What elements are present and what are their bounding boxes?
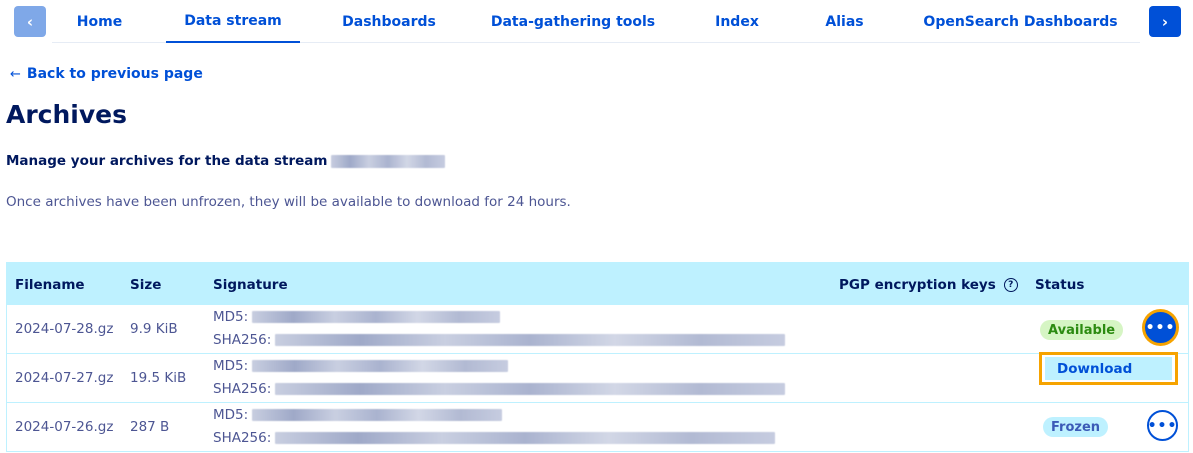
page-subtitle: Manage your archives for the data stream [6,153,446,169]
nav-tabs: Home Data stream Dashboards Data-gatheri… [52,0,1140,43]
md5-line: MD5: [213,358,509,374]
sha256-label: SHA256: [213,381,272,397]
header-pgp-label: PGP encryption keys [839,276,996,293]
redacted-sha256 [275,334,786,346]
filename-cell: 2024-07-28.gz [15,321,114,337]
status-badge: Available [1040,320,1124,340]
tab-alias[interactable]: Alias [822,0,867,43]
table-header: Filename Size Signature PGP encryption k… [6,262,1189,305]
table-row: 2024-07-26.gz 287 B MD5: SHA256: Frozen … [6,403,1189,452]
tab-index[interactable]: Index [712,0,762,43]
header-signature: Signature [213,276,288,293]
chevron-right-icon: › [1161,12,1169,31]
status-badge: Frozen [1043,417,1109,437]
back-link[interactable]: ← Back to previous page [10,66,203,82]
actions-menu: Download [1039,352,1178,385]
table-row: 2024-07-28.gz 9.9 KiB MD5: SHA256: Avail… [6,305,1189,354]
download-menu-item[interactable]: Download [1045,357,1172,380]
archives-table: Filename Size Signature PGP encryption k… [6,262,1189,452]
sha256-line: SHA256: [213,332,786,348]
size-cell: 9.9 KiB [130,321,178,337]
redacted-stream-name [331,154,446,168]
nav-next-button[interactable]: › [1149,6,1181,37]
tab-home[interactable]: Home [70,0,129,43]
arrow-left-icon: ← [10,67,21,82]
tab-data-stream[interactable]: Data stream [166,0,300,43]
header-status: Status [1035,276,1085,293]
md5-label: MD5: [213,358,249,374]
size-cell: 287 B [130,419,170,435]
filename-cell: 2024-07-27.gz [15,370,114,386]
md5-line: MD5: [213,407,503,423]
size-cell: 19.5 KiB [130,370,187,386]
header-filename: Filename [15,276,85,293]
chevron-left-icon: ‹ [26,12,34,31]
subtitle-text: Manage your archives for the data stream [6,153,328,169]
redacted-md5 [252,311,501,323]
tab-data-gathering-tools[interactable]: Data-gathering tools [491,0,655,43]
table-row: 2024-07-27.gz 19.5 KiB MD5: SHA256: [6,354,1189,403]
sha256-label: SHA256: [213,332,272,348]
redacted-sha256 [275,432,776,444]
nav-prev-button[interactable]: ‹ [14,6,46,37]
md5-label: MD5: [213,309,249,325]
tab-opensearch-dashboards[interactable]: OpenSearch Dashboards [923,0,1117,43]
more-actions-button[interactable]: ••• [1147,410,1178,441]
info-text: Once archives have been unfrozen, they w… [6,194,571,210]
sha256-label: SHA256: [213,430,272,446]
sha256-line: SHA256: [213,381,786,397]
header-size: Size [130,276,162,293]
tab-dashboards[interactable]: Dashboards [340,0,438,43]
sha256-line: SHA256: [213,430,776,446]
md5-label: MD5: [213,407,249,423]
top-nav: ‹ Home Data stream Dashboards Data-gathe… [0,0,1193,44]
redacted-md5 [252,360,509,372]
header-pgp-keys: PGP encryption keys ? [839,263,1018,306]
md5-line: MD5: [213,309,501,325]
back-link-label: Back to previous page [26,66,203,82]
help-icon[interactable]: ? [1003,277,1018,292]
more-actions-button[interactable]: ••• [1145,312,1176,343]
filename-cell: 2024-07-26.gz [15,419,114,435]
page-title: Archives [6,100,127,129]
redacted-md5 [252,409,503,421]
redacted-sha256 [275,383,786,395]
